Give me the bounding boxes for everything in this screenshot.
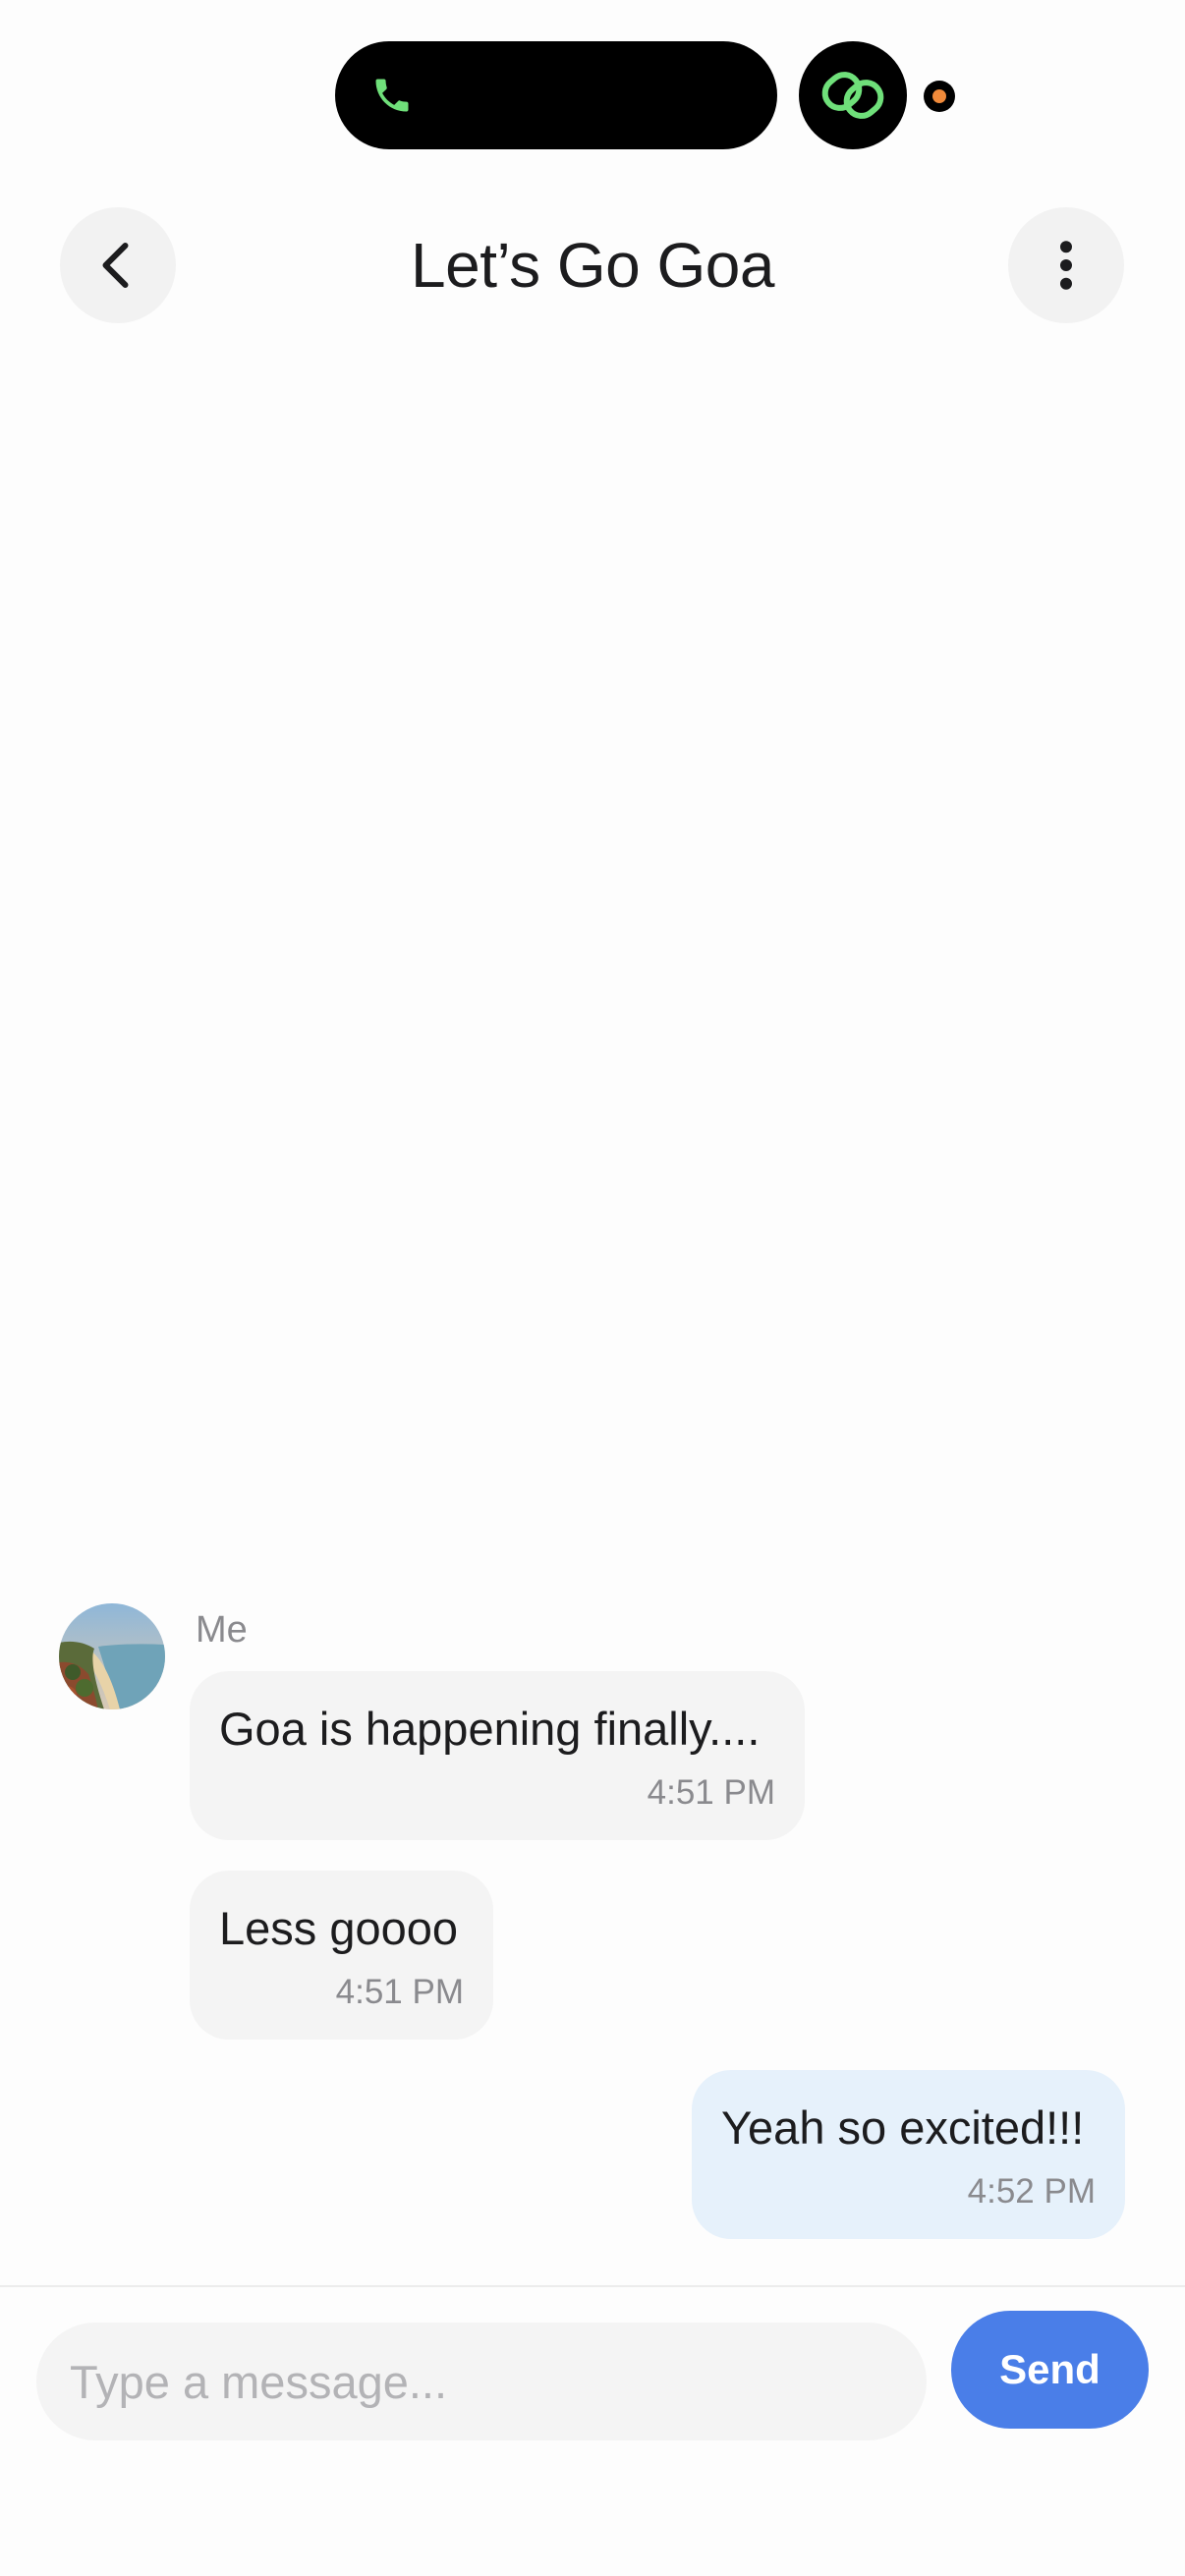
chat-title: Let’s Go Goa <box>411 230 774 301</box>
vertical-ellipsis-icon <box>1060 241 1072 290</box>
message-timestamp: 4:52 PM <box>967 2172 1096 2211</box>
message-bubble-incoming[interactable]: Goa is happening finally.... 4:51 PM <box>190 1671 805 1840</box>
send-button[interactable]: Send <box>951 2311 1149 2429</box>
linked-rings-icon[interactable] <box>799 41 907 149</box>
beach-photo-icon <box>59 1603 165 1709</box>
message-input[interactable] <box>36 2323 927 2440</box>
message-bubble-outgoing[interactable]: Yeah so excited!!! 4:52 PM <box>692 2070 1125 2239</box>
message-text: Less goooo <box>219 1902 459 1954</box>
chevron-left-icon <box>102 243 129 288</box>
phone-icon <box>375 79 409 112</box>
sender-name: Me <box>196 1609 248 1651</box>
more-options-button[interactable] <box>1008 207 1124 323</box>
dynamic-island[interactable] <box>335 41 777 149</box>
message-text: Goa is happening finally.... <box>219 1703 761 1755</box>
recording-indicator <box>924 81 955 112</box>
back-button[interactable] <box>60 207 176 323</box>
chat-screen: Let’s Go Goa Me Goa is happening finally… <box>0 0 1185 2576</box>
composer-divider <box>0 2285 1185 2287</box>
message-timestamp: 4:51 PM <box>335 1973 464 2011</box>
message-bubble-incoming[interactable]: Less goooo 4:51 PM <box>190 1871 493 2040</box>
avatar[interactable] <box>59 1603 165 1709</box>
message-timestamp: 4:51 PM <box>647 1773 775 1812</box>
message-text: Yeah so excited!!! <box>721 2101 1085 2154</box>
